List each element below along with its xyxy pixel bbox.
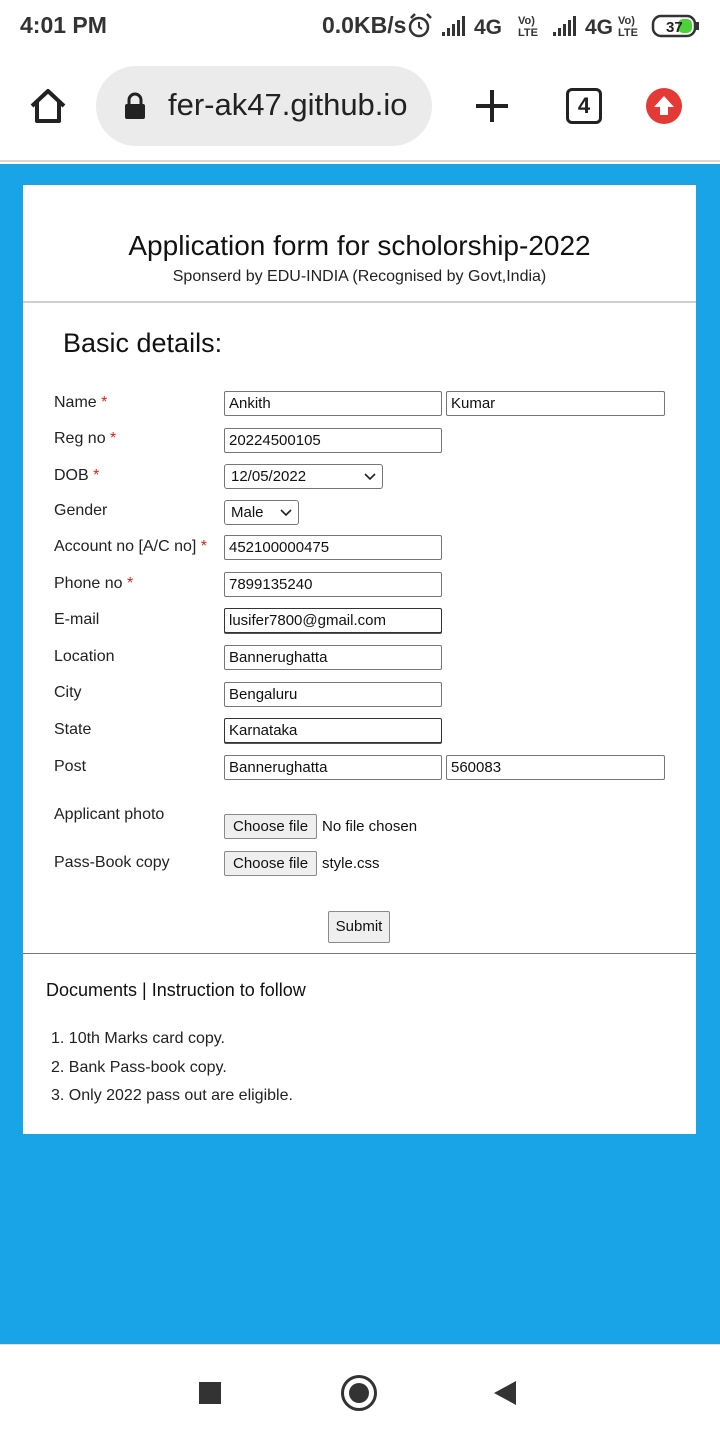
instructions-list: 1. 10th Marks card copy. 2. Bank Pass-bo… xyxy=(51,1030,293,1116)
network-speed: 0.0KB/s xyxy=(322,12,407,38)
tab-switcher-button[interactable]: 4 xyxy=(566,88,602,124)
status-icons: 4G Vo) LTE 4G Vo) LTE 37 xyxy=(408,10,700,42)
page-title: Application form for scholorship-2022 xyxy=(128,230,591,261)
upload-icon[interactable] xyxy=(646,88,682,124)
location-input[interactable]: Bannerughatta xyxy=(224,645,442,670)
required-mark: * xyxy=(200,538,207,555)
status-time: 4:01 PM xyxy=(20,12,107,38)
phone-input[interactable]: 7899135240 xyxy=(224,572,442,597)
passbook-label: Pass-Book copy xyxy=(54,854,170,871)
state-label: State xyxy=(54,721,92,738)
gender-select[interactable]: Male xyxy=(224,500,299,525)
account-label: Account no [A/C no] * xyxy=(54,538,207,555)
post-input[interactable]: Bannerughatta xyxy=(224,755,442,780)
list-item: 2. Bank Pass-book copy. xyxy=(51,1058,227,1076)
status-bar: 4:01 PM 0.0KB/s 4G Vo) LTE 4G Vo) LTE 37 xyxy=(0,0,720,52)
browser-toolbar: fer-ak47.github.io 4 xyxy=(0,52,720,162)
passbook-file-status: style.css xyxy=(322,855,380,872)
volte-icon-2: Vo) LTE xyxy=(618,15,638,39)
post-label: Post xyxy=(54,758,87,775)
submit-button[interactable]: Submit xyxy=(328,911,390,943)
photo-file-status: No file chosen xyxy=(322,818,418,835)
system-nav-bar xyxy=(0,1344,720,1440)
svg-text:Vo): Vo) xyxy=(618,15,635,27)
city-label: City xyxy=(54,684,82,701)
dob-select[interactable]: 12/05/2022 xyxy=(224,464,383,489)
chevron-down-icon xyxy=(364,473,376,481)
gender-label: Gender xyxy=(54,502,108,519)
divider xyxy=(23,953,696,954)
network1-label: 4G xyxy=(474,16,502,39)
back-icon[interactable] xyxy=(494,1381,516,1405)
state-input[interactable]: Karnataka xyxy=(224,718,442,743)
gender-value: Male xyxy=(231,504,264,521)
form-header: Application form for scholorship-2022 Sp… xyxy=(23,185,696,303)
section-title: Basic details: xyxy=(63,328,223,358)
new-tab-icon[interactable] xyxy=(474,88,510,124)
email-label: E-mail xyxy=(54,611,100,628)
dob-value: 12/05/2022 xyxy=(231,468,307,485)
passbook-choose-file-button[interactable]: Choose file xyxy=(224,851,318,876)
recents-icon[interactable] xyxy=(199,1382,221,1404)
phone-label: Phone no * xyxy=(54,575,134,592)
signal-icon-2 xyxy=(553,16,576,36)
chevron-down-icon xyxy=(280,509,292,517)
volte-icon-1: Vo) LTE xyxy=(518,15,538,39)
last-name-input[interactable]: Kumar xyxy=(446,391,665,416)
url-text: fer-ak47.github.io xyxy=(168,87,408,122)
list-item: 1. 10th Marks card copy. xyxy=(51,1030,225,1047)
pincode-input[interactable]: 560083 xyxy=(446,755,665,780)
reg-label: Reg no * xyxy=(54,430,117,447)
required-mark: * xyxy=(101,394,108,411)
city-input[interactable]: Bengaluru xyxy=(224,682,442,707)
home-circle-icon[interactable] xyxy=(341,1375,377,1411)
svg-text:Vo): Vo) xyxy=(518,15,535,27)
photo-choose-file-button[interactable]: Choose file xyxy=(224,814,318,839)
account-no-input[interactable]: 452100000475 xyxy=(224,535,442,560)
photo-label: Applicant photo xyxy=(54,806,165,823)
required-mark: * xyxy=(93,467,100,484)
alarm-icon xyxy=(408,13,432,38)
battery-icon: 37 xyxy=(651,14,699,38)
signal-icon-1 xyxy=(442,16,465,36)
page-subtitle: Sponserd by EDU-INDIA (Recognised by Gov… xyxy=(172,268,547,285)
address-bar[interactable]: fer-ak47.github.io xyxy=(96,66,432,146)
required-mark: * xyxy=(110,430,117,447)
home-icon[interactable] xyxy=(28,86,68,126)
svg-text:LTE: LTE xyxy=(518,27,538,39)
email-input[interactable]: lusifer7800@gmail.com xyxy=(224,608,442,633)
lock-icon xyxy=(124,92,146,120)
first-name-input[interactable]: Ankith xyxy=(224,391,442,416)
svg-text:LTE: LTE xyxy=(618,27,638,39)
form-card: Application form for scholorship-2022 Sp… xyxy=(23,185,696,1134)
location-label: Location xyxy=(54,648,115,665)
network2-label: 4G xyxy=(585,16,613,39)
required-mark: * xyxy=(126,575,134,592)
page-background: Application form for scholorship-2022 Sp… xyxy=(0,164,720,1344)
dob-label: DOB * xyxy=(54,467,100,484)
reg-no-input[interactable]: 20224500105 xyxy=(224,428,442,453)
list-item: 3. Only 2022 pass out are eligible. xyxy=(51,1087,293,1104)
battery-level: 37 xyxy=(666,19,683,36)
instructions-title: Documents | Instruction to follow xyxy=(46,980,306,1000)
name-label: Name * xyxy=(54,394,108,411)
